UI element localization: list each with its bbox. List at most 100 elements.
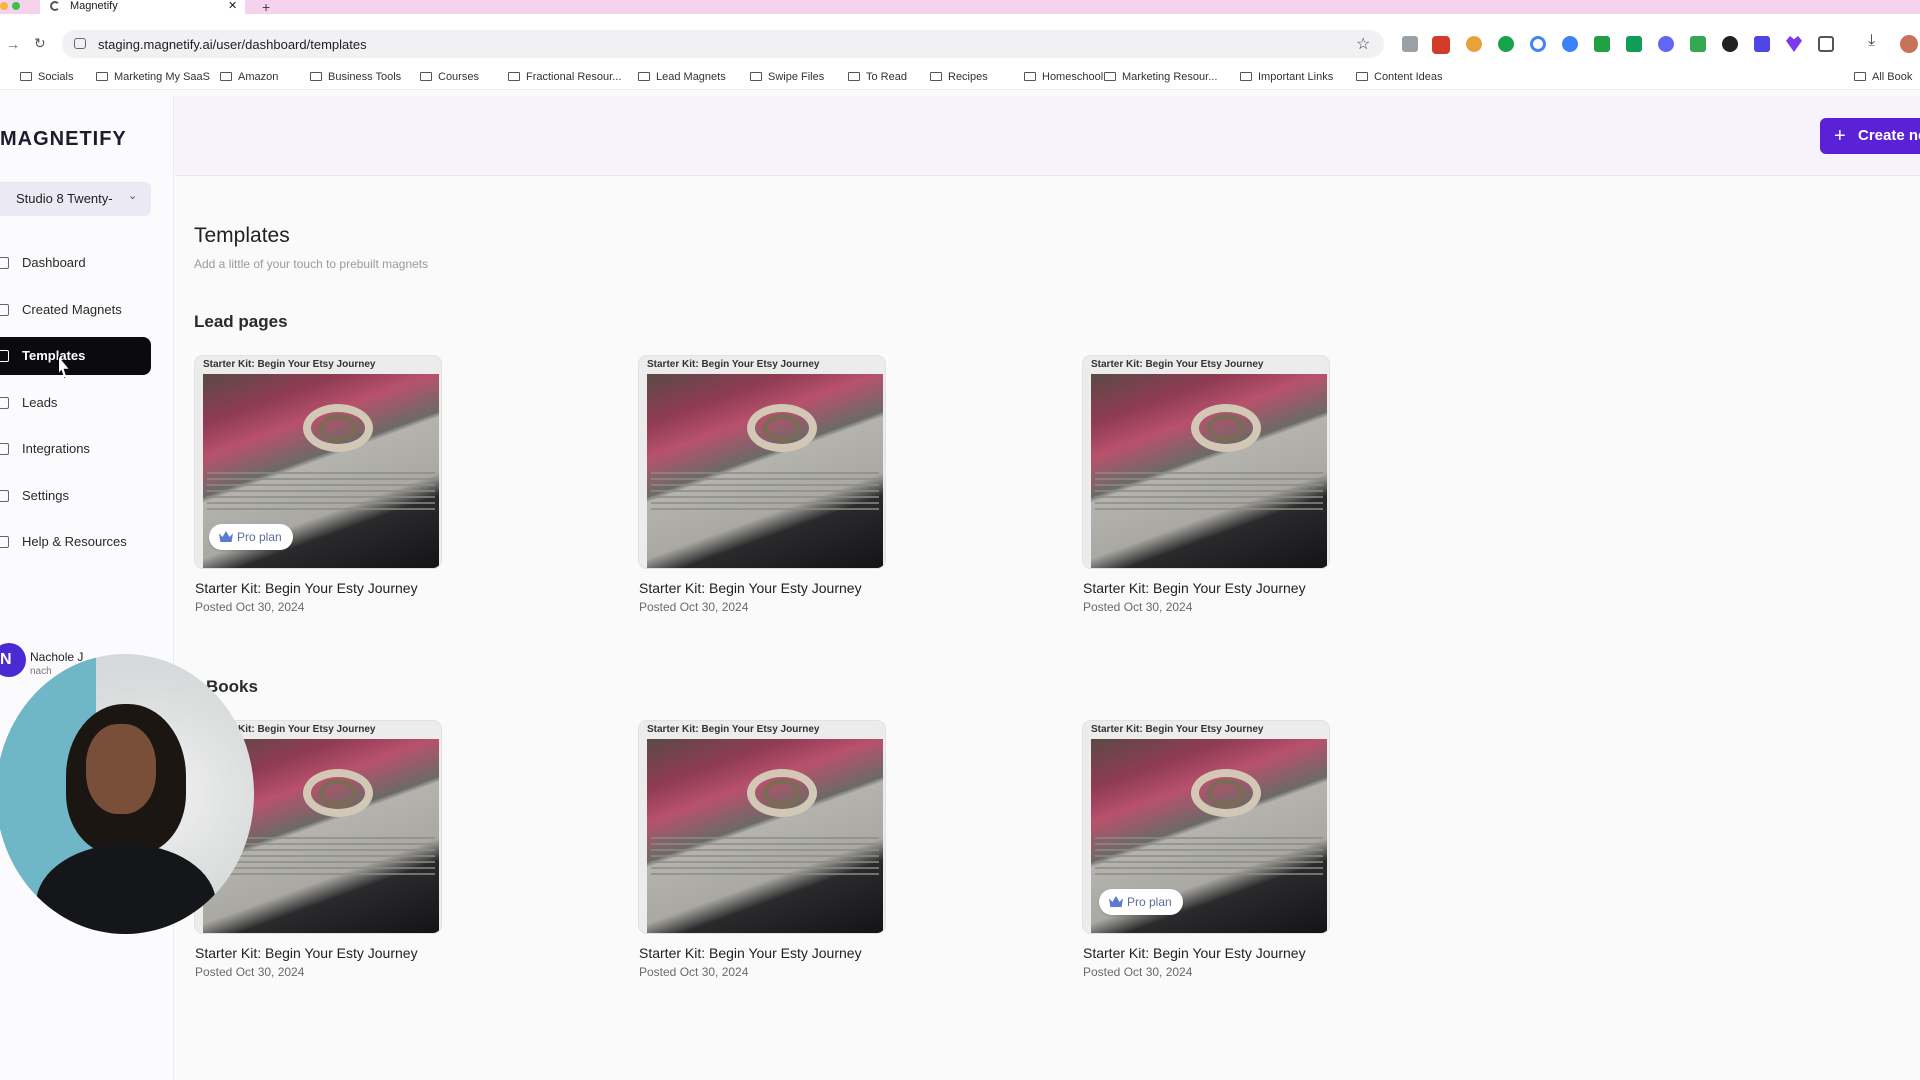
extension-icon[interactable] — [1498, 36, 1514, 52]
card-title[interactable]: Starter Kit: Begin Your Esty Journey — [639, 945, 862, 961]
all-bookmarks-label: All Book — [1872, 71, 1913, 83]
tape-roll-inner — [319, 779, 357, 807]
sidebar-item-label: Leads — [22, 394, 58, 410]
sidebar-item-label: Dashboard — [22, 255, 86, 270]
extension-icon[interactable] — [1466, 36, 1482, 52]
thumbnail-image — [1091, 374, 1327, 568]
bookmark-item[interactable]: Amazon — [220, 71, 278, 83]
card-title[interactable]: Starter Kit: Begin Your Esty Journey — [1083, 945, 1306, 961]
card-date: Posted Oct 30, 2024 — [195, 600, 305, 614]
puzzle-icon[interactable] — [1818, 36, 1834, 52]
folder-icon — [220, 72, 232, 81]
template-card[interactable]: Starter Kit: Begin Your Etsy Journey Pro … — [1083, 721, 1329, 979]
template-card[interactable]: Starter Kit: Begin Your Etsy Journey Star… — [639, 356, 885, 614]
thumbnail-title: Starter Kit: Begin Your Etsy Journey — [647, 724, 820, 735]
badge-label: Pro plan — [1127, 895, 1172, 909]
folder-icon — [1240, 72, 1252, 81]
template-thumbnail[interactable]: Starter Kit: Begin Your Etsy Journey — [639, 721, 885, 933]
extension-icon[interactable] — [1432, 36, 1450, 54]
logo-text: MAGNETIFY — [0, 128, 127, 150]
sidebar-item-created-magnets[interactable]: Created Magnets — [0, 291, 151, 329]
template-thumbnail[interactable]: Starter Kit: Begin Your Etsy Journey Pro … — [195, 356, 441, 568]
bookmark-item[interactable]: Lead Magnets — [638, 71, 726, 83]
folder-icon — [638, 72, 650, 81]
window-control-icon[interactable] — [12, 2, 20, 10]
sidebar-item-dashboard[interactable]: Dashboard — [0, 244, 151, 282]
bookmark-item[interactable]: Socials — [20, 71, 73, 83]
site-info-icon[interactable] — [74, 38, 86, 49]
template-card[interactable]: Starter Kit: Begin Your Etsy Journey Star… — [639, 721, 885, 979]
workspace-selector[interactable]: Studio 8 Twenty- ⌄ — [0, 182, 151, 216]
extension-icon[interactable] — [1658, 36, 1674, 52]
card-title[interactable]: Starter Kit: Begin Your Esty Journey — [195, 945, 418, 961]
extension-icon[interactable] — [1594, 36, 1610, 52]
card-date: Posted Oct 30, 2024 — [195, 965, 305, 979]
card-title[interactable]: Starter Kit: Begin Your Esty Journey — [195, 580, 418, 596]
extension-icon[interactable] — [1626, 36, 1642, 52]
browser-tab[interactable]: Magnetify ✕ — [40, 0, 245, 14]
template-card[interactable]: Starter Kit: Begin Your Etsy Journey Star… — [1083, 356, 1329, 614]
crown-icon — [1109, 896, 1123, 907]
card-date: Posted Oct 30, 2024 — [1083, 965, 1193, 979]
extension-icon[interactable] — [1754, 36, 1770, 52]
presenter-face — [86, 724, 156, 814]
sidebar-item-integrations[interactable]: Integrations — [0, 430, 151, 468]
bookmark-item[interactable]: Business Tools — [310, 71, 401, 83]
sidebar-item-label: Settings — [22, 487, 69, 503]
close-tab-icon[interactable]: ✕ — [228, 0, 237, 12]
thumbnail-title: Starter Kit: Begin Your Etsy Journey — [1091, 359, 1264, 370]
all-bookmarks[interactable]: All Book — [1854, 71, 1912, 83]
bookmark-item[interactable]: Marketing My SaaS — [96, 71, 210, 83]
create-new-button[interactable]: + Create ne — [1820, 118, 1920, 154]
sidebar-item-leads[interactable]: Leads — [0, 384, 151, 422]
google-icon[interactable] — [1530, 36, 1546, 52]
bookmark-item[interactable]: To Read — [848, 71, 907, 83]
thumbnail-text-lines — [651, 472, 879, 512]
bookmark-label: Marketing My SaaS — [114, 71, 210, 83]
extension-icon[interactable] — [1690, 36, 1706, 52]
contacts-icon — [0, 396, 9, 409]
webcam-overlay — [0, 654, 254, 934]
bookmark-label: Homeschool — [1042, 71, 1104, 83]
bookmark-item[interactable]: Homeschool — [1024, 71, 1103, 83]
tape-roll-inner — [1207, 414, 1245, 442]
new-tab-button[interactable]: + — [262, 0, 270, 15]
bookmark-item[interactable]: Marketing Resour... — [1104, 71, 1217, 83]
card-title[interactable]: Starter Kit: Begin Your Esty Journey — [1083, 580, 1306, 596]
template-card[interactable]: Starter Kit: Begin Your Etsy Journey Pro … — [195, 356, 441, 614]
bookmark-item[interactable]: Swipe Files — [750, 71, 824, 83]
window-control-icon[interactable] — [0, 2, 8, 10]
bookmark-item[interactable]: Important Links — [1240, 71, 1333, 83]
template-thumbnail[interactable]: Starter Kit: Begin Your Etsy Journey — [1083, 356, 1329, 568]
sidebar-item-settings[interactable]: Settings — [0, 477, 151, 515]
bookmark-label: Important Links — [1258, 71, 1334, 83]
bookmark-item[interactable]: Recipes — [930, 71, 988, 83]
extension-icon[interactable] — [1722, 36, 1738, 52]
bookmark-item[interactable]: Content Ideas — [1356, 71, 1443, 83]
sidebar-item-templates[interactable]: Templates — [0, 337, 151, 375]
bookmark-item[interactable]: Fractional Resour... — [508, 71, 621, 83]
reload-icon[interactable]: ↻ — [34, 35, 46, 52]
badge-label: Pro plan — [237, 530, 282, 544]
tab-title: Magnetify — [70, 0, 118, 12]
top-header — [175, 96, 1920, 176]
url-bar[interactable]: staging.magnetify.ai/user/dashboard/temp… — [62, 30, 1384, 58]
tape-roll-inner — [763, 414, 801, 442]
template-thumbnail[interactable]: Starter Kit: Begin Your Etsy Journey — [639, 356, 885, 568]
folder-icon — [848, 72, 860, 81]
template-thumbnail[interactable]: Starter Kit: Begin Your Etsy Journey Pro … — [1083, 721, 1329, 933]
extension-icon[interactable] — [1402, 36, 1418, 52]
card-title[interactable]: Starter Kit: Begin Your Esty Journey — [639, 580, 862, 596]
forward-icon[interactable]: → — [6, 36, 20, 52]
folder-icon — [310, 72, 322, 81]
profile-avatar[interactable] — [1900, 35, 1918, 53]
url-text: staging.magnetify.ai/user/dashboard/temp… — [98, 37, 367, 52]
extension-icon[interactable] — [1562, 36, 1578, 52]
card-date: Posted Oct 30, 2024 — [639, 600, 749, 614]
bookmark-star-icon[interactable]: ☆ — [1356, 34, 1370, 54]
bookmark-item[interactable]: Courses — [420, 71, 479, 83]
card-date: Posted Oct 30, 2024 — [1083, 600, 1193, 614]
folder-icon — [20, 72, 32, 81]
sidebar-item-help-resources[interactable]: Help & Resources — [0, 523, 151, 561]
download-icon[interactable]: ⤓ — [1868, 32, 1875, 50]
